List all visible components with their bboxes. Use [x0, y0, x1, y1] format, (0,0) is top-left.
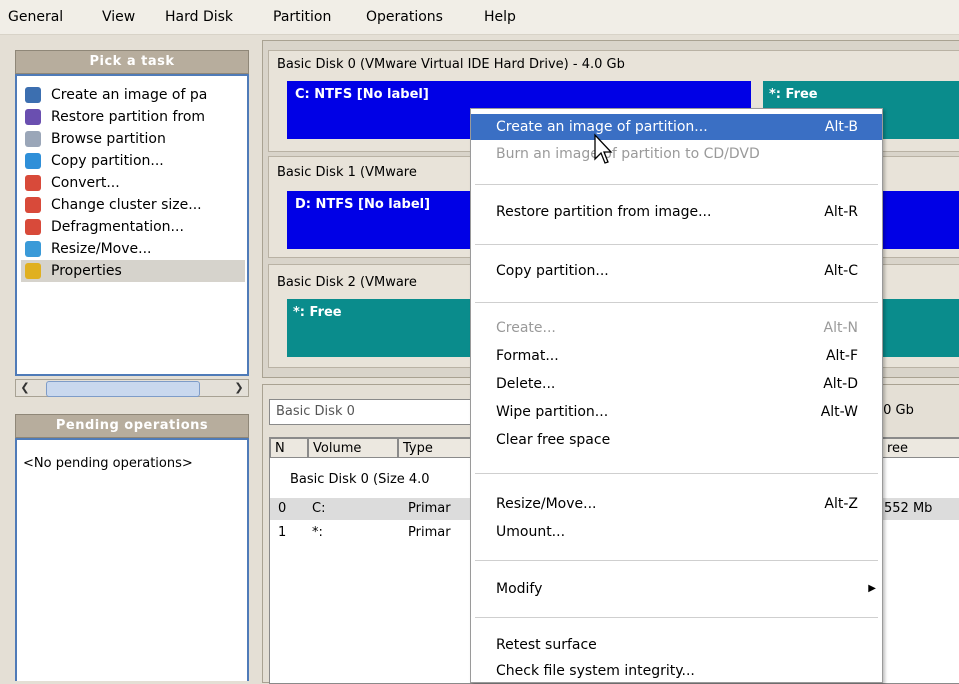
menu-bar: General View Hard Disk Partition Operati…	[0, 0, 959, 35]
ctx-umount[interactable]: Umount...	[471, 519, 882, 545]
ctx-restore[interactable]: Restore partition from image... Alt-R	[471, 199, 882, 225]
menu-hard-disk[interactable]: Hard Disk	[165, 9, 233, 25]
separator	[475, 617, 878, 618]
defrag-icon	[25, 219, 41, 235]
copy-icon	[25, 153, 41, 169]
col-type[interactable]: Type	[398, 438, 478, 458]
task-restore[interactable]: Restore partition from	[25, 106, 205, 128]
ctx-create-image[interactable]: Create an image of partition... Alt-B	[471, 114, 882, 140]
disk-0-title: Basic Disk 0 (VMware Virtual IDE Hard Dr…	[277, 57, 625, 72]
disk-1-title: Basic Disk 1 (VMware	[277, 165, 417, 180]
cluster-icon	[25, 197, 41, 213]
ctx-wipe[interactable]: Wipe partition... Alt-W	[471, 399, 882, 425]
separator	[475, 473, 878, 474]
separator	[475, 184, 878, 185]
ctx-retest-surface[interactable]: Retest surface	[471, 632, 882, 658]
image-icon	[25, 87, 41, 103]
restore-icon	[25, 109, 41, 125]
mouse-cursor-icon	[594, 133, 613, 164]
menu-operations[interactable]: Operations	[366, 9, 443, 25]
pending-panel-header: Pending operations	[15, 414, 249, 438]
ctx-modify[interactable]: Modify ▶	[471, 576, 882, 602]
resize-icon	[25, 241, 41, 257]
task-create-image[interactable]: Create an image of pa	[25, 84, 207, 106]
ctx-resize-move[interactable]: Resize/Move... Alt-Z	[471, 491, 882, 517]
pending-panel: <No pending operations>	[15, 438, 249, 681]
ctx-format[interactable]: Format... Alt-F	[471, 343, 882, 369]
scroll-thumb[interactable]	[46, 381, 200, 397]
scroll-right-icon[interactable]: ❯	[232, 381, 246, 395]
disk-size-text: .0 Gb	[879, 403, 914, 418]
ctx-clear-free-space[interactable]: Clear free space	[471, 427, 882, 453]
submenu-arrow-icon: ▶	[868, 583, 876, 594]
ctx-copy[interactable]: Copy partition... Alt-C	[471, 258, 882, 284]
task-convert[interactable]: Convert...	[25, 172, 120, 194]
task-properties[interactable]: Properties	[21, 260, 245, 282]
task-panel-header: Pick a task	[15, 50, 249, 74]
col-free[interactable]: ree	[882, 438, 959, 458]
convert-icon	[25, 175, 41, 191]
col-n[interactable]: N	[270, 438, 308, 458]
scroll-left-icon[interactable]: ❮	[18, 381, 32, 395]
properties-icon	[25, 263, 41, 279]
task-resize[interactable]: Resize/Move...	[25, 238, 151, 260]
task-copy[interactable]: Copy partition...	[25, 150, 164, 172]
context-menu: Create an image of partition... Alt-B Bur…	[470, 108, 883, 683]
task-cluster-size[interactable]: Change cluster size...	[25, 194, 202, 216]
separator	[475, 560, 878, 561]
browse-icon	[25, 131, 41, 147]
ctx-check-fs[interactable]: Check file system integrity...	[471, 658, 882, 684]
col-volume[interactable]: Volume	[308, 438, 398, 458]
separator	[475, 244, 878, 245]
disk-2-title: Basic Disk 2 (VMware	[277, 275, 417, 290]
ctx-delete[interactable]: Delete... Alt-D	[471, 371, 882, 397]
task-panel-scrollbar[interactable]: ❮ ❯	[15, 379, 249, 397]
task-defrag[interactable]: Defragmentation...	[25, 216, 184, 238]
task-panel: Create an image of pa Restore partition …	[15, 74, 249, 376]
table-group-label: Basic Disk 0 (Size 4.0	[290, 472, 430, 487]
task-browse[interactable]: Browse partition	[25, 128, 166, 150]
separator	[475, 302, 878, 303]
ctx-burn-image[interactable]: Burn an image of partition to CD/DVD	[471, 141, 882, 167]
pending-empty-text: <No pending operations>	[23, 456, 193, 471]
ctx-create[interactable]: Create... Alt-N	[471, 315, 882, 341]
menu-help[interactable]: Help	[484, 9, 516, 25]
menu-partition[interactable]: Partition	[273, 9, 331, 25]
menu-view[interactable]: View	[102, 9, 135, 25]
menu-general[interactable]: General	[8, 9, 63, 25]
